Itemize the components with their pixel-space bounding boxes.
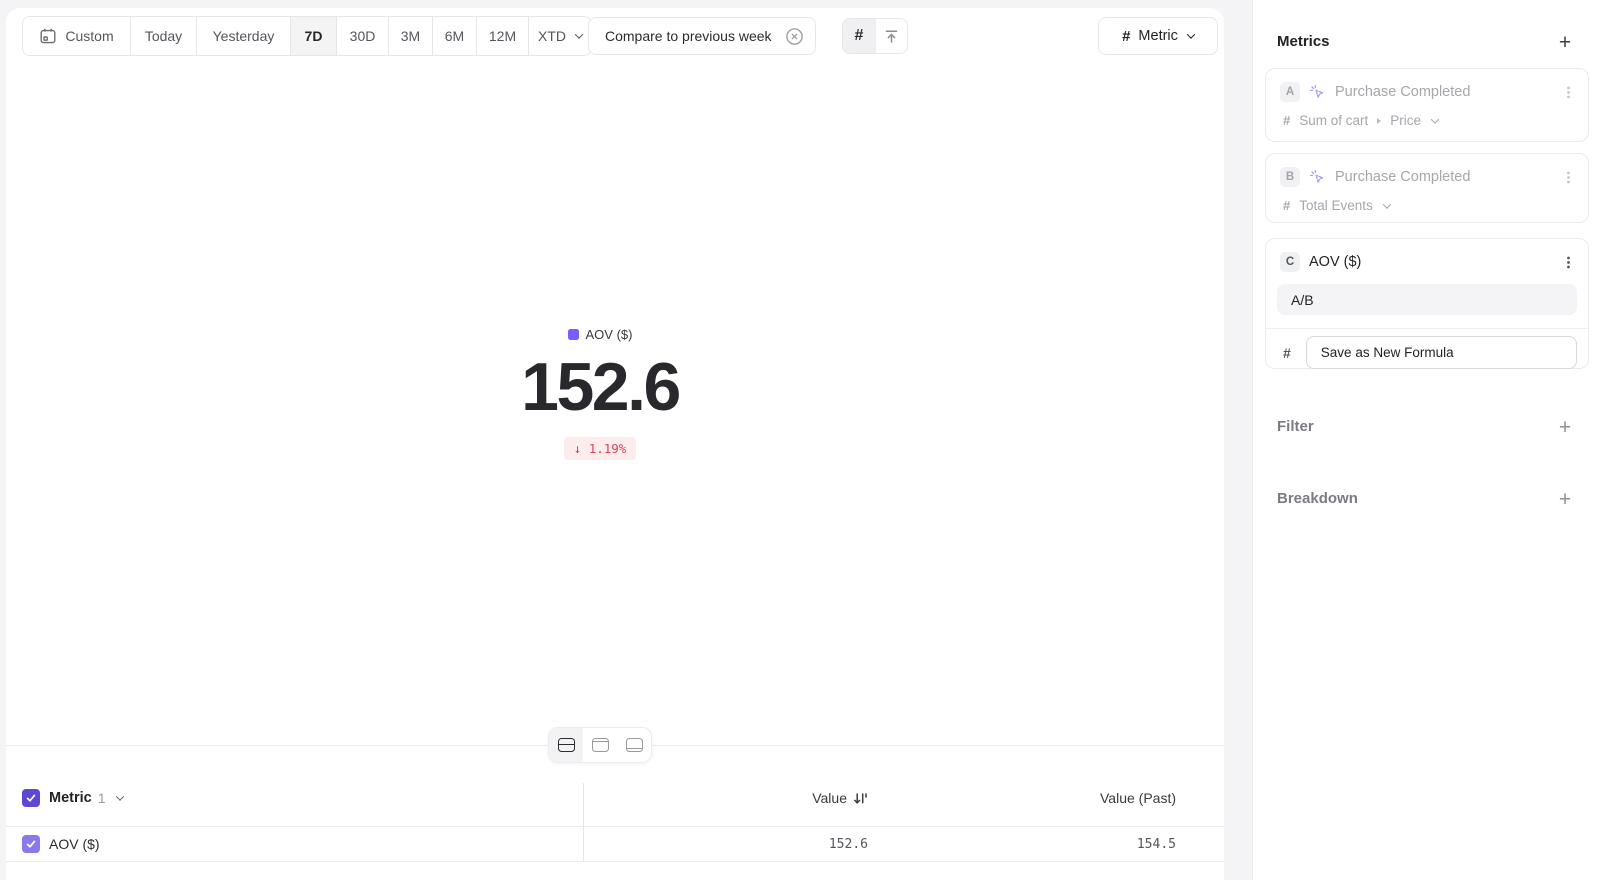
calendar-icon [39, 27, 57, 45]
check-icon [25, 792, 37, 804]
row-checkbox[interactable] [22, 835, 40, 853]
select-all-checkbox[interactable] [22, 789, 40, 807]
layout-table-only-button[interactable] [617, 728, 651, 762]
delta-badge: ↓ 1.19% [564, 437, 637, 460]
chevron-down-icon [575, 30, 583, 38]
metric-card-a[interactable]: A Purchase Completed # Sum of cart Price [1265, 68, 1589, 142]
metric-options-kebab-icon[interactable] [1561, 85, 1576, 100]
date-range-label: XTD [538, 28, 566, 44]
metrics-section-title: Metrics [1277, 33, 1330, 50]
filter-section-title: Filter [1277, 418, 1314, 435]
date-range-label: Today [145, 28, 182, 44]
hash-icon: # [1283, 345, 1291, 361]
aggregation-property: Price [1390, 113, 1421, 128]
add-metric-button[interactable]: + [1554, 31, 1576, 53]
date-range-today[interactable]: Today [131, 17, 197, 55]
report-canvas: Custom Today Yesterday 7D 30D 3M 6M 12M … [6, 8, 1224, 880]
formula-input[interactable]: A/B [1277, 284, 1577, 315]
metric-badge: C [1280, 252, 1300, 272]
chevron-down-icon [1383, 200, 1391, 208]
bottom-pane-icon [626, 738, 643, 752]
chart-legend: AOV ($) [6, 327, 1194, 342]
table-header: Metric 1 Value Value (Past) [6, 770, 1224, 827]
metric-dropdown-button[interactable]: # Metric [1098, 17, 1218, 55]
panel-layout-toggle [548, 727, 652, 763]
hash-icon: # [1283, 113, 1290, 128]
date-range-label: 3M [401, 28, 420, 44]
date-range-group: Custom Today Yesterday 7D 30D 3M 6M 12M … [22, 16, 592, 56]
card-divider [1266, 328, 1588, 329]
event-sparkle-icon [1309, 169, 1326, 186]
date-range-label: Custom [65, 28, 113, 44]
breakdown-section-title: Breakdown [1277, 490, 1358, 507]
date-range-label: 7D [305, 28, 323, 44]
date-range-7d[interactable]: 7D [291, 17, 337, 55]
add-filter-button[interactable]: + [1554, 416, 1576, 438]
metric-dropdown-label: Metric [1138, 28, 1177, 44]
compare-chip[interactable]: Compare to previous week [588, 17, 816, 55]
row-metric-name: AOV ($) [49, 836, 100, 852]
date-range-custom[interactable]: Custom [23, 17, 131, 55]
chevron-down-icon [1187, 30, 1195, 38]
chevron-down-icon[interactable] [115, 792, 123, 800]
date-range-label: 6M [445, 28, 464, 44]
check-icon [25, 838, 37, 850]
query-builder-sidebar: Metrics + A Purchase Completed # Sum of … [1252, 0, 1600, 880]
split-view-icon [558, 738, 575, 752]
hash-icon: # [1283, 198, 1290, 213]
metric-card-b[interactable]: B Purchase Completed # Total Events [1265, 153, 1589, 223]
save-as-new-formula-button[interactable]: Save as New Formula [1306, 336, 1577, 369]
chevron-down-icon [1431, 115, 1439, 123]
goal-flag-icon [883, 28, 900, 45]
table-metric-header: Metric [49, 790, 92, 806]
metric-aggregation[interactable]: # Sum of cart Price [1266, 102, 1588, 128]
row-value-past: 154.5 [1137, 837, 1176, 852]
layout-chart-only-button[interactable] [583, 728, 617, 762]
metric-badge: A [1280, 82, 1300, 102]
column-header-value-past[interactable]: Value (Past) [1100, 770, 1176, 826]
event-sparkle-icon [1309, 84, 1326, 101]
metric-event-name: Purchase Completed [1335, 169, 1552, 185]
legend-label: AOV ($) [586, 327, 633, 342]
table-row[interactable]: AOV ($) 152.6 154.5 [6, 827, 1224, 862]
date-range-6m[interactable]: 6M [433, 17, 477, 55]
metric-aggregation[interactable]: # Total Events [1266, 187, 1588, 213]
date-range-xtd[interactable]: XTD [529, 17, 591, 55]
metric-big-number: 152.6 [6, 348, 1194, 426]
date-range-12m[interactable]: 12M [477, 17, 529, 55]
table-metric-count: 1 [98, 790, 106, 806]
property-separator-icon [1377, 118, 1381, 124]
metric-options-kebab-icon[interactable] [1561, 255, 1576, 270]
row-value: 152.6 [829, 837, 868, 852]
date-range-yesterday[interactable]: Yesterday [197, 17, 291, 55]
goal-marker-button[interactable] [875, 19, 907, 53]
number-format-button[interactable]: # [843, 19, 875, 53]
aggregation-label: Total Events [1299, 198, 1373, 213]
date-range-3m[interactable]: 3M [389, 17, 433, 55]
aggregation-label: Sum of cart [1299, 113, 1368, 128]
metric-event-name: Purchase Completed [1335, 84, 1552, 100]
metric-options-kebab-icon[interactable] [1561, 170, 1576, 185]
date-range-30d[interactable]: 30D [337, 17, 389, 55]
column-header-value[interactable]: Value [812, 770, 868, 826]
metric-badge: B [1280, 167, 1300, 187]
hash-icon: # [1122, 28, 1130, 45]
date-range-label: Yesterday [213, 28, 275, 44]
date-range-label: 30D [350, 28, 376, 44]
compare-chip-label: Compare to previous week [605, 28, 772, 44]
hash-icon: # [855, 27, 864, 45]
metric-card-c[interactable]: C AOV ($) A/B # Save as New Formula [1265, 238, 1589, 369]
add-breakdown-button[interactable]: + [1554, 488, 1576, 510]
sort-descending-icon [853, 791, 868, 806]
value-display-toggle: # [842, 18, 908, 54]
remove-compare-icon[interactable] [785, 27, 804, 46]
date-range-label: 12M [489, 28, 516, 44]
top-pane-icon [592, 738, 609, 752]
layout-split-button[interactable] [549, 728, 583, 762]
legend-swatch [568, 329, 579, 340]
formula-metric-name: AOV ($) [1309, 254, 1552, 270]
